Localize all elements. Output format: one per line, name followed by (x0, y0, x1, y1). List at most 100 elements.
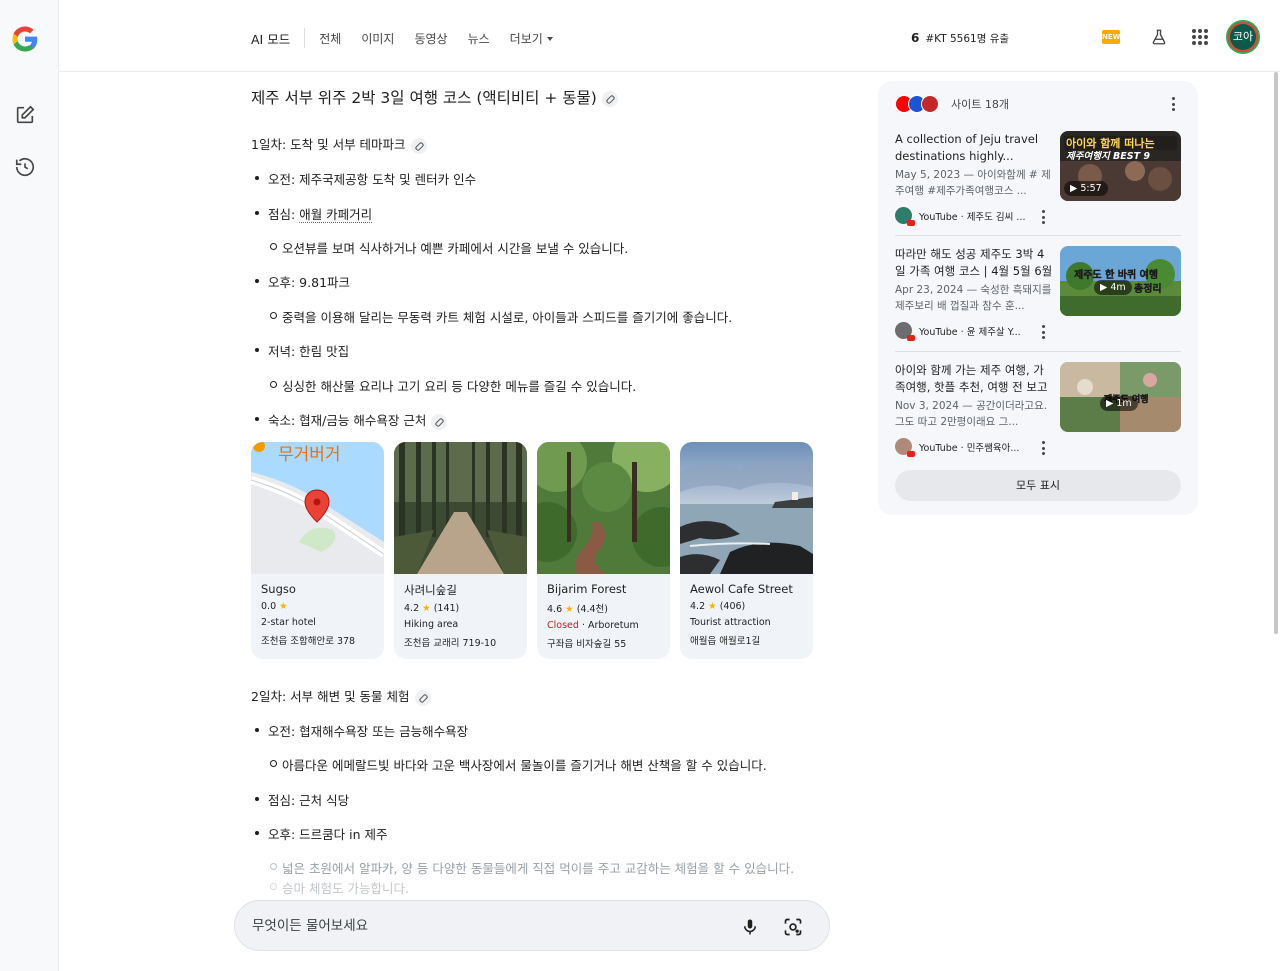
ai-answer: 제주 서부 위주 2박 3일 여행 코스 (액티비티 + 동물) 1일차: 도착… (251, 72, 831, 902)
apps-grid-icon[interactable] (1192, 29, 1208, 45)
tab-videos[interactable]: 동영상 (414, 30, 447, 47)
day2-afternoon-desc2: 승마 체험도 가능합니다. (270, 878, 409, 897)
tab-more[interactable]: 더보기 (510, 30, 553, 47)
site-favicon-icon (921, 95, 939, 113)
link-icon[interactable] (431, 413, 448, 430)
link-icon[interactable] (601, 90, 618, 107)
more-options-icon[interactable] (1041, 210, 1045, 224)
place-type: Hiking area (404, 619, 459, 630)
new-badge-icon[interactable]: NEW (1102, 30, 1120, 44)
place-address: 구좌읍 비자숲길 55 (547, 639, 627, 650)
more-options-icon[interactable] (1041, 325, 1045, 339)
video-title[interactable]: 아이와 함께 가는 제주 여행, 가족여행, 핫플 추천, 여행 전 보고 ..… (895, 362, 1053, 395)
tab-news[interactable]: 뉴스 (468, 30, 490, 47)
day2-heading-text: 2일차: 서부 해변 및 동물 체험 (251, 689, 410, 704)
day1-afternoon-desc: 중력을 이용해 달리는 무동력 카트 체험 시설로, 아이들과 스피드를 즐기기… (269, 307, 732, 326)
star-icon: ★ (279, 601, 288, 612)
duration-text: 5:57 (1080, 183, 1102, 194)
place-type: Closed · Arboretum (547, 620, 639, 631)
video-desc: Apr 23, 2024 — 숙성한 흑돼지를 제주보리 배 껍질과 참수 훈.… (895, 284, 1052, 312)
answer-title-text: 제주 서부 위주 2박 3일 여행 코스 (액티비티 + 동물) (251, 89, 597, 107)
forest-path-image (394, 442, 527, 574)
video-title[interactable]: A collection of Jeju travel destinations… (895, 131, 1053, 164)
map-label: 무거버거 (278, 445, 341, 465)
new-chat-icon[interactable] (14, 104, 36, 126)
video-thumbnail[interactable]: 제주도 여행 ▶ 1m (1060, 362, 1181, 432)
day1-lunch: 점심: 애월 카페거리 (254, 204, 373, 223)
place-rating: 4.2 ★ (141) (404, 603, 517, 614)
top-bar: AI 모드 전체 이미지 동영상 뉴스 더보기 6 #KT 5561명 유출 NE… (59, 0, 1280, 72)
video-duration: ▶ 5:57 (1064, 181, 1108, 196)
aewol-cafe-link[interactable]: 애월 카페거리 (299, 207, 373, 223)
day2-afternoon-desc: 넓은 초원에서 알파카, 양 등 다양한 동물들에게 직접 먹이를 주고 교감하… (269, 858, 794, 877)
day1-lunch-desc: 오션뷰를 보며 식사하거나 예쁜 카페에서 시간을 보낼 수 있습니다. (269, 238, 628, 257)
rating-value: 4.2 (690, 601, 706, 612)
place-name: Sugso (261, 582, 296, 596)
trending-topic[interactable]: 6 #KT 5561명 유출 (911, 31, 1009, 46)
video-thumbnail[interactable]: 제주도 한 바퀴 여행 총정리 ▶ 4m (1060, 246, 1181, 316)
page-scrollbar[interactable] (1274, 72, 1278, 634)
avatar[interactable]: 코아 (1226, 20, 1260, 54)
source-name: YouTube · 제주도 김씨 ... (919, 211, 1026, 223)
history-icon[interactable] (14, 156, 36, 178)
tab-images[interactable]: 이미지 (361, 30, 394, 47)
account-icons: NEW 코아 (1102, 20, 1260, 54)
place-rating: 4.2 ★ (406) (690, 601, 803, 612)
day1-heading: 1일차: 도착 및 서부 테마파크 (251, 134, 427, 154)
place-card-saryeoni[interactable]: 사려니숲길 4.2 ★ (141) Hiking area 조천읍 교래리 71… (394, 442, 527, 659)
place-rating: 0.0 ★ (261, 601, 374, 612)
show-all-button[interactable]: 모두 표시 (895, 470, 1181, 501)
place-address: 조천읍 조함해안로 378 (261, 636, 356, 647)
thumb-text: 제주여행지 BEST 9 (1066, 150, 1150, 162)
place-type-text: Arboretum (587, 620, 639, 631)
sources-header[interactable]: 사이트 18개 (895, 95, 1009, 113)
place-address: 조천읍 교래리 719-10 (404, 638, 497, 649)
place-name: Bijarim Forest (547, 582, 627, 596)
place-name: 사려니숲길 (404, 583, 457, 597)
video-result[interactable]: A collection of Jeju travel destinations… (895, 131, 1181, 241)
sources-count: 사이트 18개 (951, 98, 1009, 111)
video-result[interactable]: 아이와 함께 가는 제주 여행, 가족여행, 핫플 추천, 여행 전 보고 ..… (895, 362, 1181, 472)
place-card-aewol[interactable]: Aewol Cafe Street 4.2 ★ (406) Tourist at… (680, 442, 813, 659)
place-address: 애월읍 애월로1길 (690, 636, 761, 647)
trending-rank: 6 (911, 31, 920, 45)
day1-dinner: 저녁: 한림 맛집 (254, 341, 349, 360)
tab-ai-mode[interactable]: AI 모드 (251, 29, 290, 48)
channel-avatar (895, 207, 915, 226)
place-card-sugso[interactable]: 무거버거 Sugso 0.0 ★ 2-star hotel 조천읍 조함해안로 … (251, 442, 384, 659)
review-count: (4.4천) (576, 604, 608, 615)
rating-value: 0.0 (261, 601, 277, 612)
day2-morning-desc: 아름다운 에메랄드빛 바다와 고운 백사장에서 물놀이를 즐기거나 해변 산책을… (270, 755, 767, 774)
day1-stay-text: 숙소: 협재/금능 해수욕장 근처 (268, 413, 427, 428)
duration-text: 4m (1110, 282, 1126, 293)
day2-lunch: 점심: 근처 식당 (254, 790, 349, 809)
google-logo-icon[interactable] (10, 24, 40, 54)
tab-more-label: 더보기 (509, 31, 543, 46)
more-options-icon[interactable] (1171, 97, 1175, 111)
source-name: YouTube · 민주쌤육아... (919, 442, 1020, 454)
microphone-icon[interactable] (741, 917, 759, 937)
labs-flask-icon[interactable] (1150, 28, 1168, 46)
more-options-icon[interactable] (1041, 441, 1045, 455)
caret-down-icon (546, 37, 553, 41)
map-thumbnail: 무거버거 (251, 442, 384, 574)
source-name: YouTube · 윤 제주살 Y... (919, 326, 1021, 338)
place-name: Aewol Cafe Street (690, 582, 793, 596)
google-lens-icon[interactable] (783, 917, 803, 937)
closed-status: Closed (547, 620, 579, 631)
rating-value: 4.6 (547, 604, 563, 615)
forest-trail-image (537, 442, 670, 574)
review-count: (406) (719, 601, 746, 612)
divider (895, 235, 1181, 236)
link-icon[interactable] (414, 689, 431, 706)
video-title[interactable]: 따라만 해도 성공 제주도 3박 4일 가족 여행 코스 | 4월 5월 6월 … (895, 246, 1053, 279)
tab-all[interactable]: 전체 (319, 30, 341, 47)
link-icon[interactable] (410, 137, 427, 154)
video-result[interactable]: 따라만 해도 성공 제주도 3박 4일 가족 여행 코스 | 4월 5월 6월 … (895, 246, 1181, 356)
ask-input[interactable] (252, 915, 712, 937)
video-thumbnail[interactable]: 아이와 함께 떠나는 제주여행지 BEST 9 ▶ 5:57 (1060, 131, 1181, 201)
place-card-bijarim[interactable]: Bijarim Forest 4.6 ★ (4.4천) Closed · Arb… (537, 442, 670, 659)
day2-morning: 오전: 협재해수욕장 또는 금능해수욕장 (254, 721, 468, 740)
place-type: 2-star hotel (261, 617, 316, 628)
day1-morning: 오전: 제주국제공항 도착 및 렌터카 인수 (254, 169, 476, 188)
